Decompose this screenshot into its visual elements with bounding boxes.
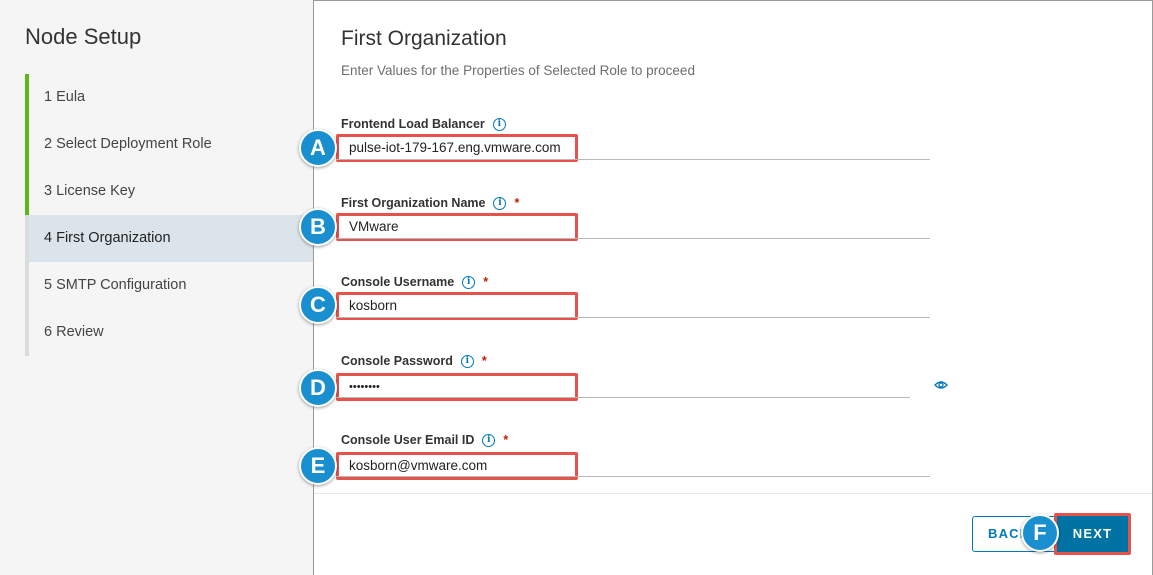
- eye-icon[interactable]: [934, 380, 948, 390]
- wizard-sidebar: Node Setup 1 Eula 2 Select Deployment Ro…: [0, 0, 313, 575]
- first-organization-name-label: First Organization Name i *: [341, 196, 519, 210]
- page-title: First Organization: [341, 27, 507, 50]
- main-panel: First Organization Enter Values for the …: [313, 0, 1153, 575]
- console-password-label: Console Password i *: [341, 354, 487, 368]
- field-label-text: Console Username: [341, 275, 455, 289]
- sidebar-title: Node Setup: [25, 24, 142, 49]
- frontend-load-balancer-input[interactable]: pulse-iot-179-167.eng.vmware.com: [336, 134, 578, 162]
- callout-badge-c: C: [299, 286, 337, 324]
- step-eula[interactable]: 1 Eula: [25, 74, 313, 121]
- field-label-text: Frontend Load Balancer: [341, 117, 485, 131]
- field-underline: [336, 397, 910, 398]
- info-icon[interactable]: i: [482, 433, 496, 447]
- field-underline: [336, 476, 930, 477]
- callout-badge-a: A: [299, 129, 337, 167]
- step-license-key[interactable]: 3 License Key: [25, 168, 313, 215]
- field-underline: [336, 159, 930, 160]
- console-user-email-label: Console User Email ID i *: [341, 433, 508, 447]
- callout-badge-e: E: [299, 447, 337, 485]
- field-label-text: Console Password: [341, 354, 453, 368]
- page-subtitle: Enter Values for the Properties of Selec…: [341, 63, 695, 78]
- required-asterisk: *: [503, 433, 509, 447]
- step-review[interactable]: 6 Review: [25, 309, 313, 356]
- field-label-text: First Organization Name: [341, 196, 486, 210]
- required-asterisk: *: [514, 196, 520, 210]
- step-list: 1 Eula 2 Select Deployment Role 3 Licens…: [25, 74, 313, 356]
- info-icon[interactable]: i: [492, 117, 506, 131]
- callout-badge-d: D: [299, 369, 337, 407]
- required-asterisk: *: [483, 275, 489, 289]
- callout-badge-f: F: [1021, 514, 1059, 552]
- first-organization-name-input[interactable]: VMware: [336, 213, 578, 241]
- step-select-deployment-role[interactable]: 2 Select Deployment Role: [25, 121, 313, 168]
- console-username-label: Console Username i *: [341, 275, 488, 289]
- step-smtp-configuration[interactable]: 5 SMTP Configuration: [25, 262, 313, 309]
- footer-divider: [314, 493, 1152, 494]
- frontend-load-balancer-label: Frontend Load Balancer i: [341, 117, 506, 131]
- info-icon[interactable]: i: [462, 275, 476, 289]
- console-username-input[interactable]: kosborn: [336, 292, 578, 320]
- info-icon[interactable]: i: [460, 354, 474, 368]
- required-asterisk: *: [481, 354, 487, 368]
- field-underline: [336, 238, 930, 239]
- callout-badge-b: B: [299, 208, 337, 246]
- next-button[interactable]: NEXT: [1054, 513, 1131, 555]
- field-label-text: Console User Email ID: [341, 433, 475, 447]
- info-icon[interactable]: i: [493, 196, 507, 210]
- step-first-organization[interactable]: 4 First Organization: [25, 215, 313, 262]
- field-underline: [336, 317, 930, 318]
